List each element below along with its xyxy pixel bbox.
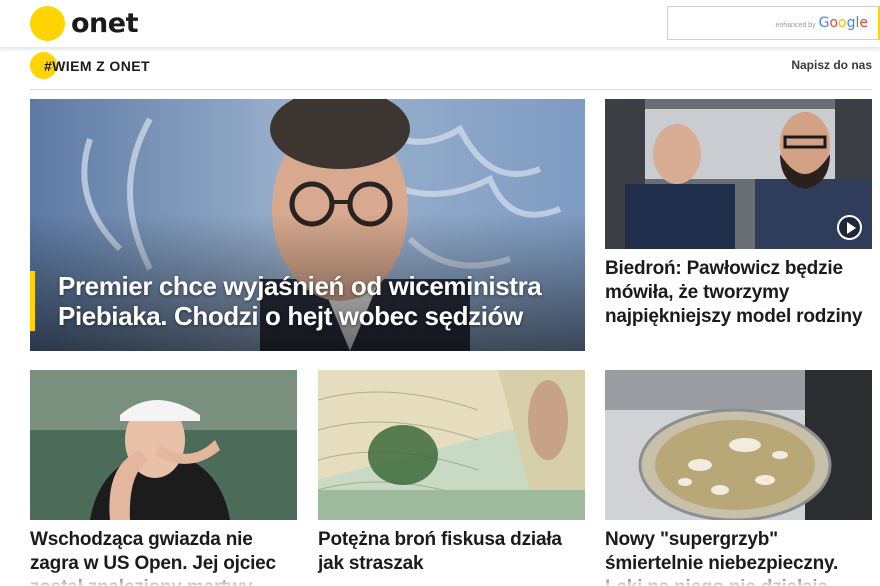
article-card[interactable]: Wschodząca gwiazda nie zagra w US Open. … <box>30 370 297 586</box>
scroll-fade <box>0 570 880 586</box>
search-branding: enhanced by Google <box>775 15 868 31</box>
article-image <box>30 370 297 520</box>
article-card[interactable]: Nowy "supergrzyb" śmiertelnie niebezpiec… <box>605 370 872 586</box>
article-card[interactable]: Potężna broń fiskusa działa jak straszak <box>318 370 585 586</box>
section-title: #WIEM Z ONET <box>44 58 150 74</box>
logo-text: onet <box>71 7 139 39</box>
article-image <box>318 370 585 520</box>
onet-logo[interactable]: onet <box>30 5 139 41</box>
search-input[interactable] <box>672 8 767 38</box>
hero-headline: Premier chce wyjaśnień od wiceministra P… <box>30 271 585 331</box>
section-bar: #WIEM Z ONET Napisz do nas <box>30 50 872 90</box>
search-box[interactable]: enhanced by Google <box>667 6 880 40</box>
hero-article[interactable]: Premier chce wyjaśnień od wiceministra P… <box>30 99 585 351</box>
contact-link[interactable]: Napisz do nas <box>791 58 872 72</box>
article-headline: Potężna broń fiskusa działa jak straszak <box>318 529 562 574</box>
side-headline: Biedroń: Pawłowicz będzie mówiła, że two… <box>605 258 863 327</box>
enhanced-by-label: enhanced by <box>775 22 816 29</box>
side-article[interactable]: Biedroń: Pawłowicz będzie mówiła, że two… <box>605 99 872 339</box>
article-image <box>605 370 872 520</box>
side-image <box>605 99 872 249</box>
google-logo: Google <box>818 15 868 31</box>
play-icon <box>837 215 862 240</box>
logo-dot-icon <box>30 5 65 41</box>
top-bar: onet enhanced by Google <box>0 0 880 47</box>
